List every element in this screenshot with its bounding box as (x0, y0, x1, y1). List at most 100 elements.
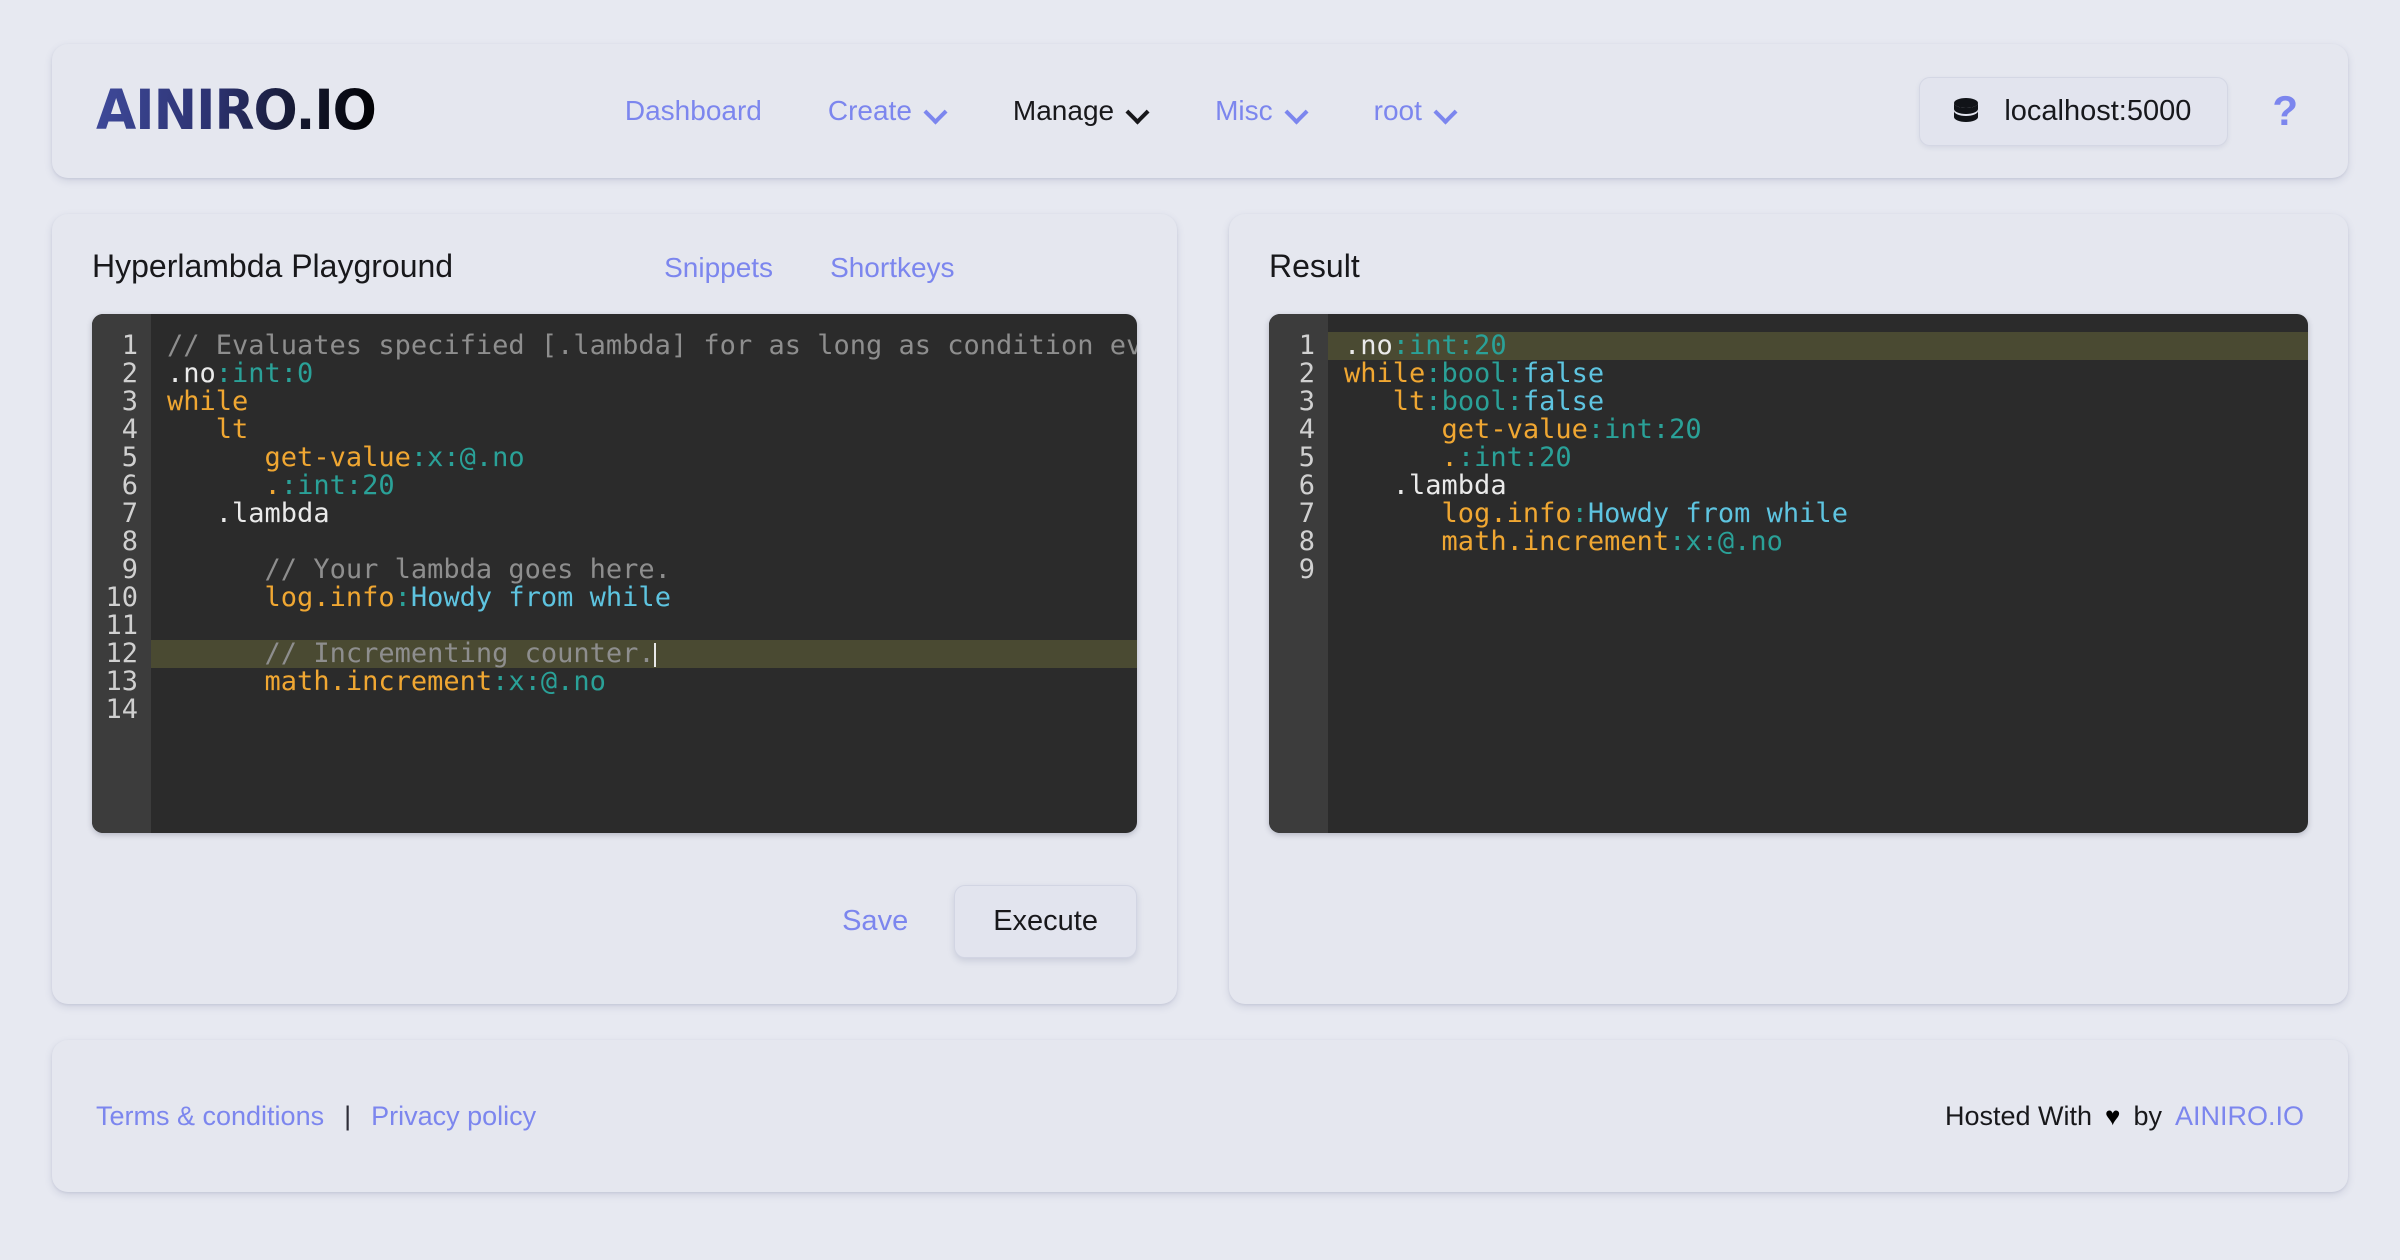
hosted-with-label: Hosted With (1944, 1100, 2093, 1131)
code-token: lt (215, 414, 249, 445)
main-content-row: Hyperlambda Playground Snippets Shortkey… (52, 214, 2348, 1004)
terms-link[interactable]: Terms & conditions (96, 1101, 324, 1132)
footer-brand-link[interactable]: AINIRO.IO (2175, 1101, 2304, 1132)
code-token: .lambda (1392, 470, 1507, 501)
navbar-right-area: localhost:5000 ? (1919, 76, 2314, 146)
code-token: false (1522, 358, 1605, 389)
top-navbar: AINIRO.IO Dashboard Create Manage Misc r… (52, 44, 2348, 178)
hyperlambda-code-editor[interactable]: 1 2 3 4 5 6 7 8 9 10 11 12 13 14 // Evaluates specifi… (92, 314, 1137, 833)
code-token: :x:@.no (410, 442, 525, 473)
line-number: 1 (1298, 330, 1315, 361)
code-token: bool (1441, 386, 1507, 417)
code-line: math.increment:x:@.no (167, 668, 1137, 696)
playground-header: Hyperlambda Playground Snippets Shortkey… (92, 248, 1137, 314)
code-token: :int:20 (1392, 330, 1507, 361)
code-line: lt:bool:false (1344, 388, 2308, 416)
brand-logo[interactable]: AINIRO.IO (96, 79, 377, 143)
nav-item-label: root (1373, 95, 1422, 126)
result-code-viewer[interactable]: 123456789 .no:int:20 while:bool:false lt:… (1269, 314, 2308, 833)
line-number: 14 (105, 694, 138, 725)
nav-item-misc[interactable]: Misc (1182, 85, 1341, 137)
privacy-link[interactable]: Privacy policy (371, 1101, 536, 1132)
line-number: 11 (105, 610, 138, 641)
save-button[interactable]: Save (816, 889, 934, 954)
code-token: false (1522, 386, 1605, 417)
result-code-area[interactable]: .no:int:20 while:bool:false lt:bool:false… (1328, 314, 2308, 833)
code-line: get-value:int:20 (1344, 416, 2308, 444)
line-number: 9 (121, 554, 138, 585)
database-selector-chip[interactable]: localhost:5000 (1919, 76, 2229, 146)
code-line: log.info:Howdy from while (167, 584, 1137, 612)
database-label: localhost:5000 (2004, 94, 2192, 127)
help-question-icon[interactable]: ? (2256, 86, 2314, 136)
code-line: // Evaluates specified [.lambda] for as … (167, 332, 1137, 360)
playground-panel: Hyperlambda Playground Snippets Shortkey… (52, 214, 1177, 1004)
line-number: 4 (121, 414, 138, 445)
code-line: .no:int:0 (167, 360, 1137, 388)
nav-item-create[interactable]: Create (795, 85, 980, 137)
code-line: .:int:20 (167, 472, 1137, 500)
chevron-down-icon (1435, 102, 1457, 124)
result-line-numbers: 123456789 (1269, 314, 1328, 833)
editor-code-area[interactable]: // Evaluates specified [.lambda] for as … (151, 314, 1137, 833)
page-title: Hyperlambda Playground (92, 248, 454, 284)
line-number: 3 (1298, 386, 1315, 417)
shortkeys-link[interactable]: Shortkeys (830, 252, 955, 284)
code-token: .no (1344, 330, 1393, 361)
line-number: 6 (121, 470, 138, 501)
code-line: .no:int:20 (1328, 332, 2308, 360)
nav-item-root-user[interactable]: root (1341, 85, 1490, 137)
nav-item-manage[interactable]: Manage (980, 85, 1182, 137)
code-line: .:int:20 (1344, 444, 2308, 472)
code-token: :int:0 (215, 358, 314, 389)
code-line: math.increment:x:@.no (1344, 528, 2308, 556)
code-token: // Evaluates specified [.lambda] for as … (167, 330, 1137, 361)
code-token: .no (167, 358, 216, 389)
chevron-down-icon (1286, 102, 1308, 124)
execute-button[interactable]: Execute (954, 885, 1137, 958)
code-line: lt (167, 416, 1137, 444)
code-token: . (264, 470, 281, 501)
code-token: : (1506, 386, 1523, 417)
code-token: log.info (264, 582, 395, 613)
code-token: while (167, 386, 249, 417)
nav-item-dashboard[interactable]: Dashboard (592, 85, 795, 137)
code-token: bool (1441, 358, 1507, 389)
playground-actions: Save Execute (92, 885, 1137, 958)
result-header: Result (1269, 248, 2308, 314)
code-line: while:bool:false (1344, 360, 2308, 388)
line-number: 5 (1298, 442, 1315, 473)
nav-item-label: Misc (1215, 95, 1273, 126)
line-number: 1 (121, 330, 138, 361)
code-token: math.increment (1441, 526, 1670, 557)
code-token: Howdy from while (410, 582, 671, 613)
result-panel: Result 123456789 .no:int:20 while:bool:fa… (1229, 214, 2348, 1004)
line-number: 2 (121, 358, 138, 389)
database-icon (1954, 98, 1979, 122)
code-token: :x:@.no (492, 666, 606, 697)
editor-line-numbers: 1 2 3 4 5 6 7 8 9 10 11 12 13 14 (92, 314, 151, 833)
snippets-link[interactable]: Snippets (664, 252, 773, 284)
nav-item-label: Manage (1012, 95, 1115, 126)
code-token: lt (1392, 386, 1426, 417)
code-token: :int:20 (1457, 442, 1572, 473)
line-number: 9 (1298, 554, 1315, 585)
code-token: get-value (1441, 414, 1588, 445)
code-token: while (1344, 358, 1426, 389)
app-root: AINIRO.IO Dashboard Create Manage Misc r… (0, 0, 2400, 1260)
nav-item-label: Dashboard (624, 95, 762, 126)
code-line: .lambda (167, 500, 1137, 528)
hosted-by-label: by (2133, 1100, 2162, 1131)
page-footer: Terms & conditions | Privacy policy Host… (52, 1040, 2348, 1192)
playground-header-links: Snippets Shortkeys (664, 252, 954, 284)
